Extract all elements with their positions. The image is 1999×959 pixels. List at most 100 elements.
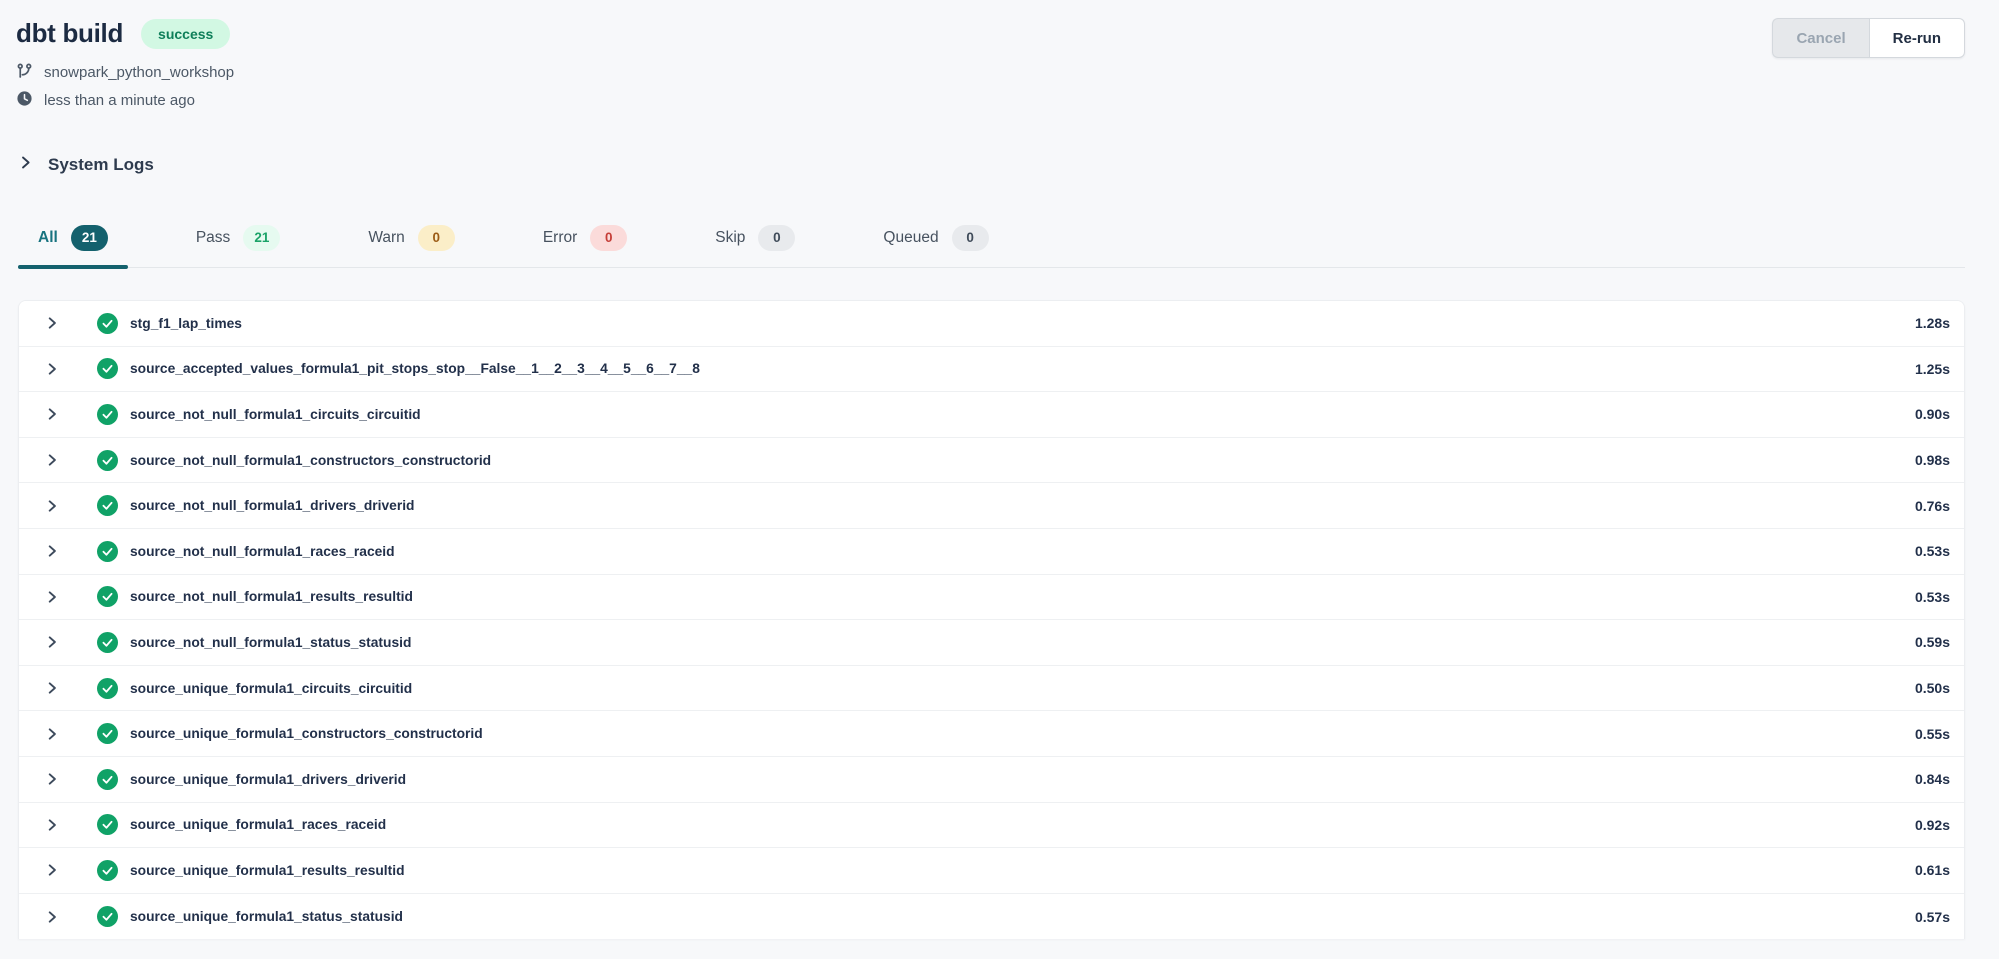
result-row[interactable]: source_not_null_formula1_constructors_co… [19, 438, 1964, 484]
result-duration: 0.84s [1915, 771, 1950, 787]
result-name: source_not_null_formula1_constructors_co… [130, 453, 491, 468]
tab-count-badge: 0 [418, 225, 455, 251]
time-ago: less than a minute ago [44, 92, 195, 109]
tab-count-badge: 21 [71, 225, 108, 251]
tab-skip[interactable]: Skip 0 [695, 215, 815, 267]
tab-count-badge: 0 [590, 225, 627, 251]
result-duration: 0.76s [1915, 498, 1950, 514]
result-duration: 0.55s [1915, 726, 1950, 742]
tab-count-badge: 0 [952, 225, 989, 251]
git-branch-icon [16, 62, 33, 83]
cancel-button[interactable]: Cancel [1772, 18, 1868, 58]
tab-label: Error [543, 229, 577, 247]
result-name: source_unique_formula1_status_statusid [130, 909, 403, 924]
status-badge: success [141, 19, 230, 49]
success-check-icon [97, 723, 118, 744]
result-row[interactable]: source_not_null_formula1_races_raceid 0.… [19, 529, 1964, 575]
result-duration: 1.25s [1915, 361, 1950, 377]
tab-error[interactable]: Error 0 [523, 215, 647, 267]
success-check-icon [97, 906, 118, 927]
result-row[interactable]: source_unique_formula1_results_resultid … [19, 848, 1964, 894]
success-check-icon [97, 586, 118, 607]
expand-chevron-icon[interactable] [45, 863, 59, 877]
result-duration: 1.28s [1915, 315, 1950, 331]
run-meta: snowpark_python_workshop less than a min… [16, 62, 1965, 111]
result-name: source_not_null_formula1_races_raceid [130, 544, 395, 559]
result-row[interactable]: source_unique_formula1_circuits_circuiti… [19, 666, 1964, 712]
result-row[interactable]: source_accepted_values_formula1_pit_stop… [19, 347, 1964, 393]
run-actions: Cancel Re-run [1772, 18, 1965, 58]
success-check-icon [97, 313, 118, 334]
expand-chevron-icon[interactable] [45, 362, 59, 376]
result-duration: 0.61s [1915, 862, 1950, 878]
success-check-icon [97, 358, 118, 379]
result-duration: 0.50s [1915, 680, 1950, 696]
run-header: dbt build success snowpark_python_worksh… [0, 0, 1999, 111]
result-duration: 0.92s [1915, 817, 1950, 833]
tab-count-badge: 21 [243, 225, 280, 251]
result-duration: 0.53s [1915, 543, 1950, 559]
tab-label: Skip [715, 229, 745, 247]
result-duration: 0.53s [1915, 589, 1950, 605]
result-name: source_not_null_formula1_results_resulti… [130, 589, 413, 604]
expand-chevron-icon[interactable] [45, 499, 59, 513]
tab-label: Queued [883, 229, 938, 247]
success-check-icon [97, 450, 118, 471]
tab-queued[interactable]: Queued 0 [863, 215, 1008, 267]
result-row[interactable]: source_unique_formula1_drivers_driverid … [19, 757, 1964, 803]
expand-chevron-icon[interactable] [45, 727, 59, 741]
success-check-icon [97, 678, 118, 699]
rerun-button[interactable]: Re-run [1869, 18, 1965, 58]
result-name: source_accepted_values_formula1_pit_stop… [130, 361, 700, 376]
result-name: source_unique_formula1_drivers_driverid [130, 772, 406, 787]
result-row[interactable]: source_not_null_formula1_status_statusid… [19, 620, 1964, 666]
branch-name: snowpark_python_workshop [44, 64, 234, 81]
expand-chevron-icon[interactable] [45, 407, 59, 421]
result-name: source_not_null_formula1_drivers_driveri… [130, 498, 414, 513]
success-check-icon [97, 541, 118, 562]
success-check-icon [97, 814, 118, 835]
results-list: stg_f1_lap_times 1.28s source_accepted_v… [18, 300, 1965, 939]
result-row[interactable]: stg_f1_lap_times 1.28s [19, 301, 1964, 347]
result-name: source_not_null_formula1_status_statusid [130, 635, 411, 650]
branch-row: snowpark_python_workshop [16, 62, 1965, 83]
result-name: source_unique_formula1_circuits_circuiti… [130, 681, 412, 696]
success-check-icon [97, 404, 118, 425]
result-row[interactable]: source_not_null_formula1_drivers_driveri… [19, 483, 1964, 529]
result-row[interactable]: source_unique_formula1_races_raceid 0.92… [19, 803, 1964, 849]
expand-chevron-icon[interactable] [45, 681, 59, 695]
chevron-right-icon [18, 155, 33, 175]
result-duration: 0.98s [1915, 452, 1950, 468]
success-check-icon [97, 860, 118, 881]
result-name: source_unique_formula1_results_resultid [130, 863, 405, 878]
expand-chevron-icon[interactable] [45, 910, 59, 924]
expand-chevron-icon[interactable] [45, 544, 59, 558]
expand-chevron-icon[interactable] [45, 772, 59, 786]
result-name: source_not_null_formula1_circuits_circui… [130, 407, 421, 422]
result-row[interactable]: source_not_null_formula1_results_resulti… [19, 575, 1964, 621]
success-check-icon [97, 769, 118, 790]
expand-chevron-icon[interactable] [45, 818, 59, 832]
result-name: source_unique_formula1_races_raceid [130, 817, 386, 832]
success-check-icon [97, 632, 118, 653]
expand-chevron-icon[interactable] [45, 453, 59, 467]
title-row: dbt build success [16, 18, 1965, 49]
result-duration: 0.57s [1915, 909, 1950, 925]
tab-all[interactable]: All 21 [18, 215, 128, 267]
expand-chevron-icon[interactable] [45, 316, 59, 330]
clock-icon [16, 90, 33, 111]
result-row[interactable]: source_not_null_formula1_circuits_circui… [19, 392, 1964, 438]
result-duration: 0.59s [1915, 634, 1950, 650]
system-logs-toggle[interactable]: System Logs [18, 155, 154, 175]
result-row[interactable]: source_unique_formula1_status_statusid 0… [19, 894, 1964, 940]
result-name: stg_f1_lap_times [130, 316, 242, 331]
result-name: source_unique_formula1_constructors_cons… [130, 726, 483, 741]
tab-warn[interactable]: Warn 0 [348, 215, 474, 267]
time-row: less than a minute ago [16, 90, 1965, 111]
tab-label: Warn [368, 229, 404, 247]
expand-chevron-icon[interactable] [45, 635, 59, 649]
result-row[interactable]: source_unique_formula1_constructors_cons… [19, 711, 1964, 757]
expand-chevron-icon[interactable] [45, 590, 59, 604]
tab-label: All [38, 229, 58, 247]
tab-pass[interactable]: Pass 21 [176, 215, 301, 267]
